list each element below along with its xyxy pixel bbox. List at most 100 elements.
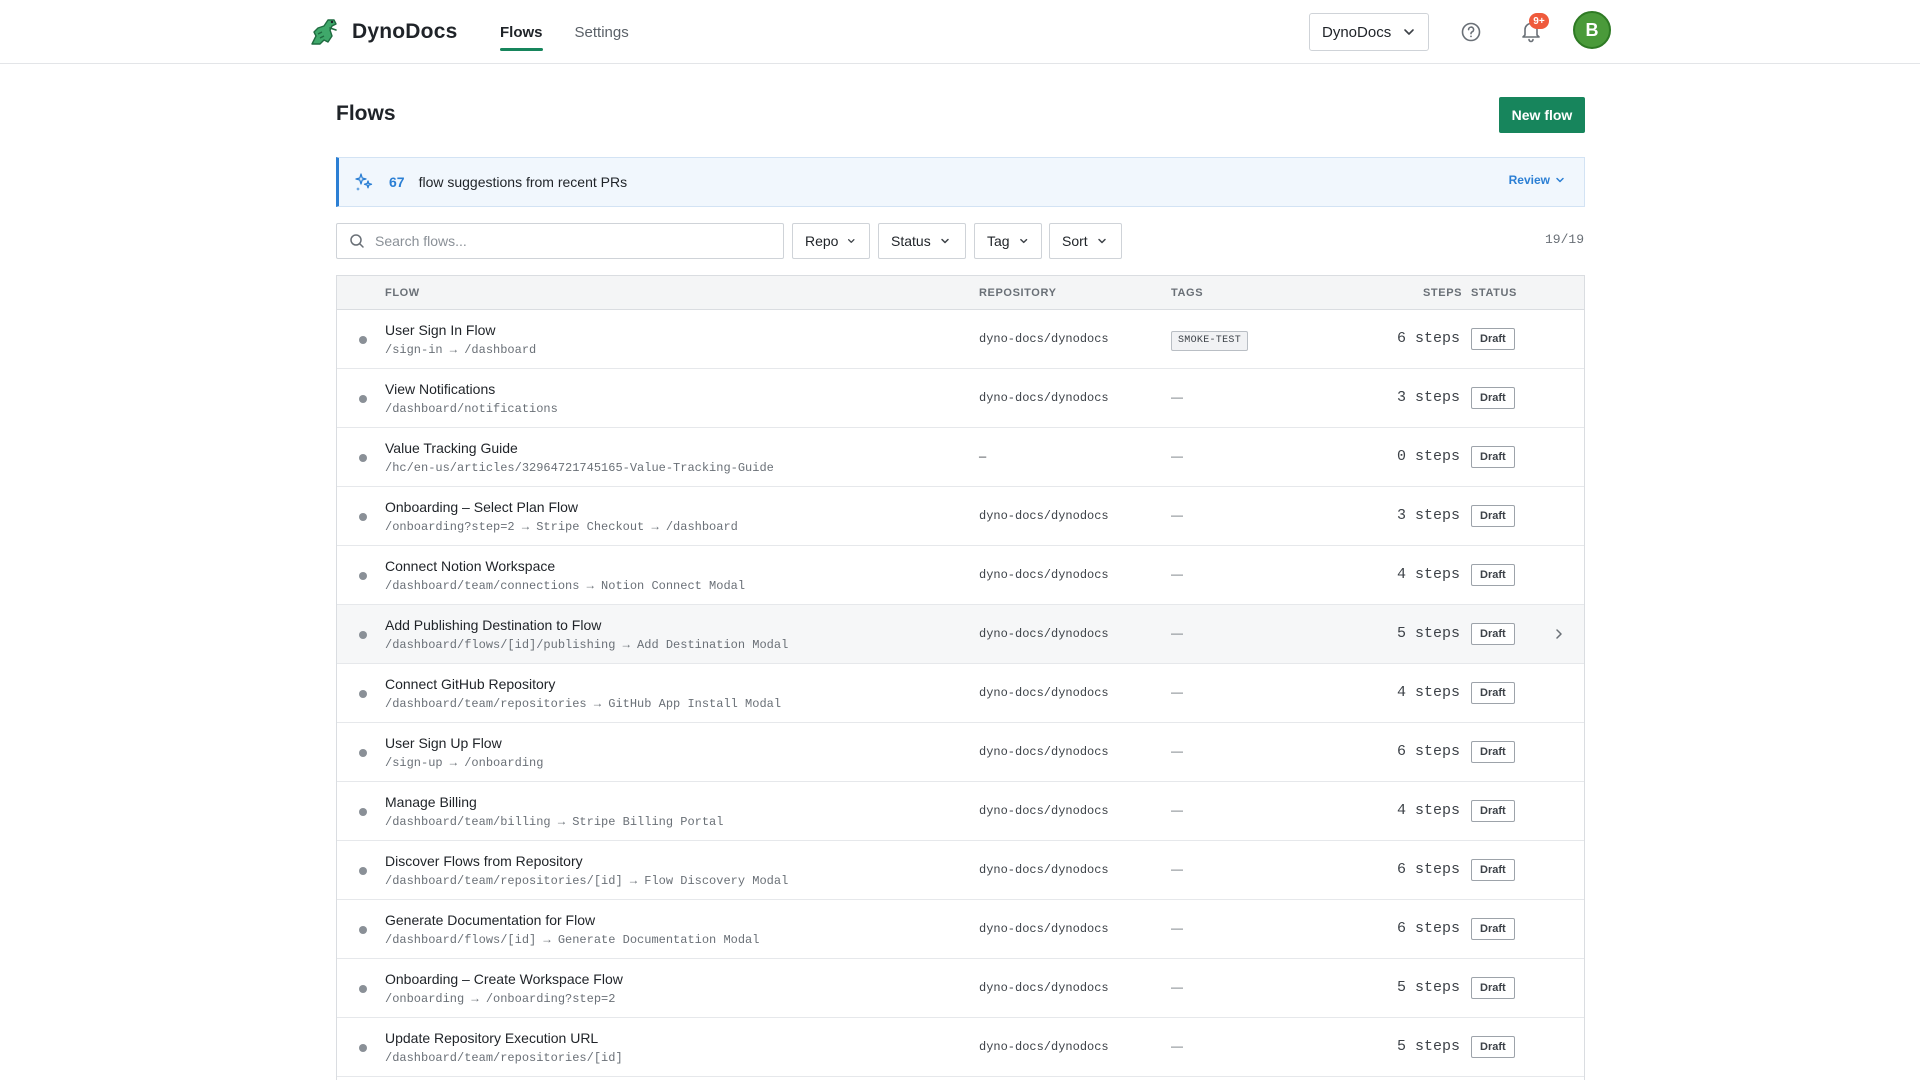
review-label: Review: [1508, 173, 1550, 187]
flow-path: /hc/en-us/articles/32964721745165-Value-…: [385, 461, 774, 475]
table-row[interactable]: Update Repository Execution URL /dashboa…: [337, 1018, 1584, 1077]
table-row[interactable]: Generate Documentation for Flow /dashboa…: [337, 900, 1584, 959]
col-repository[interactable]: REPOSITORY: [979, 287, 1057, 299]
flow-repository: dyno-docs/dynodocs: [979, 627, 1109, 641]
chevron-down-icon: [1404, 29, 1414, 35]
table-row[interactable]: Value Tracking Guide /hc/en-us/articles/…: [337, 428, 1584, 487]
table-row[interactable]: View Notifications /dashboard/notificati…: [337, 369, 1584, 428]
flow-name: Add Publishing Destination to Flow: [385, 617, 602, 633]
table-row[interactable]: User Sign In Flow /sign-in → /dashboard …: [337, 310, 1584, 369]
status-dot: [359, 631, 367, 639]
table-row[interactable]: User Sign Up Flow /sign-up → /onboarding…: [337, 723, 1584, 782]
col-steps[interactable]: STEPS: [1423, 287, 1462, 299]
sort-filter[interactable]: Sort: [1049, 223, 1122, 259]
flow-name: Manage Billing: [385, 794, 477, 810]
flow-repository: dyno-docs/dynodocs: [979, 981, 1109, 995]
flow-repository: dyno-docs/dynodocs: [979, 686, 1109, 700]
table-row[interactable]: Onboarding – Select Plan Flow /onboardin…: [337, 487, 1584, 546]
status-dot: [359, 513, 367, 521]
result-count: 19/19: [1544, 232, 1584, 247]
flow-repository: dyno-docs/dynodocs: [979, 509, 1109, 523]
flow-repository: —: [979, 450, 987, 464]
status-badge: Draft: [1471, 682, 1515, 704]
tag-filter[interactable]: Tag: [974, 223, 1042, 259]
status-badge: Draft: [1471, 918, 1515, 940]
flows-table: FLOW REPOSITORY TAGS STEPS STATUS User S…: [336, 275, 1585, 1080]
table-row[interactable]: Manage Billing /dashboard/team/billing →…: [337, 782, 1584, 841]
chevron-down-icon: [848, 239, 856, 243]
flow-tags: —: [1171, 626, 1183, 640]
flow-name: Onboarding – Select Plan Flow: [385, 499, 578, 515]
flow-tags: —: [1171, 567, 1183, 581]
flow-tags: —: [1171, 803, 1183, 817]
status-badge: Draft: [1471, 328, 1515, 350]
flow-path: /dashboard/team/billing → Stripe Billing…: [385, 815, 724, 829]
status-dot: [359, 395, 367, 403]
flow-repository: dyno-docs/dynodocs: [979, 922, 1109, 936]
flow-tags: —: [1171, 980, 1183, 994]
table-row[interactable]: Connect GitHub Repository /dashboard/tea…: [337, 664, 1584, 723]
search-input[interactable]: [375, 233, 755, 249]
flow-path: /dashboard/team/repositories → GitHub Ap…: [385, 697, 782, 711]
flow-steps: 4 steps: [1396, 802, 1460, 819]
col-tags[interactable]: TAGS: [1171, 287, 1203, 299]
help-circle-icon[interactable]: [1459, 20, 1483, 44]
flow-path: /dashboard/team/repositories/[id] → Flow…: [385, 874, 789, 888]
col-flow[interactable]: FLOW: [385, 287, 420, 299]
flow-steps: 5 steps: [1396, 625, 1460, 642]
status-dot: [359, 749, 367, 757]
flow-steps: 3 steps: [1396, 507, 1460, 524]
flow-repository: dyno-docs/dynodocs: [979, 391, 1109, 405]
status-badge: Draft: [1471, 859, 1515, 881]
tab-settings[interactable]: Settings: [575, 0, 629, 64]
flow-name: Generate Documentation for Flow: [385, 912, 596, 928]
flow-steps: 6 steps: [1396, 743, 1460, 760]
flow-repository: dyno-docs/dynodocs: [979, 804, 1109, 818]
brand-name: DynoDocs: [352, 20, 458, 43]
tab-flows[interactable]: Flows: [500, 0, 543, 64]
tag-badge[interactable]: SMOKE-TEST: [1171, 331, 1249, 351]
flow-name: Update Repository Execution URL: [385, 1030, 599, 1046]
workspace-select-label: DynoDocs: [1322, 23, 1392, 41]
status-dot: [359, 690, 367, 698]
status-filter[interactable]: Status: [878, 223, 966, 259]
table-row[interactable]: Discover Flows from Repository /dashboar…: [337, 841, 1584, 900]
suggestions-banner: 67 flow suggestions from recent PRs Revi…: [336, 157, 1585, 207]
workspace-select[interactable]: DynoDocs: [1309, 13, 1429, 51]
status-dot: [359, 867, 367, 875]
search-box: [336, 223, 784, 259]
table-row[interactable]: Connect Notion Workspace /dashboard/team…: [337, 546, 1584, 605]
flow-steps: 6 steps: [1396, 920, 1460, 937]
page-title: Flows: [336, 102, 396, 125]
flow-name: Onboarding – Create Workspace Flow: [385, 971, 623, 987]
status-dot: [359, 926, 367, 934]
new-flow-button[interactable]: New flow: [1499, 97, 1585, 133]
chevron-down-icon: [1097, 238, 1106, 244]
status-badge: Draft: [1471, 564, 1515, 586]
flow-path: /onboarding?step=2 → Stripe Checkout → /…: [385, 520, 738, 534]
brand[interactable]: DynoDocs: [306, 14, 457, 50]
status-badge: Draft: [1471, 977, 1515, 999]
sparkle-icon: [355, 173, 373, 191]
status-badge: Draft: [1471, 800, 1515, 822]
table-row[interactable]: Add Publishing Destination to Flow /dash…: [337, 605, 1584, 664]
dino-logo-icon: [311, 19, 337, 45]
repo-filter[interactable]: Repo: [792, 223, 870, 259]
flow-tags: —: [1171, 390, 1183, 404]
review-button[interactable]: Review: [1509, 173, 1566, 187]
table-header: FLOW REPOSITORY TAGS STEPS STATUS: [337, 276, 1584, 310]
table-row[interactable]: Onboarding – Create Workspace Flow /onbo…: [337, 959, 1584, 1018]
top-bar: DynoDocs Flows Settings DynoDocs 9+ B: [0, 0, 1920, 64]
status-badge: Draft: [1471, 1036, 1515, 1058]
avatar[interactable]: B: [1573, 11, 1611, 49]
flow-tags: —: [1171, 744, 1183, 758]
status-dot: [359, 1044, 367, 1052]
flow-tags: —: [1171, 508, 1183, 522]
chevron-down-icon: [1019, 238, 1027, 244]
chevron-right-icon[interactable]: [1552, 627, 1566, 641]
flow-name: User Sign Up Flow: [385, 735, 502, 751]
flow-repository: dyno-docs/dynodocs: [979, 332, 1109, 346]
status-dot: [359, 572, 367, 580]
flow-repository: dyno-docs/dynodocs: [979, 568, 1109, 582]
col-status[interactable]: STATUS: [1471, 287, 1517, 299]
